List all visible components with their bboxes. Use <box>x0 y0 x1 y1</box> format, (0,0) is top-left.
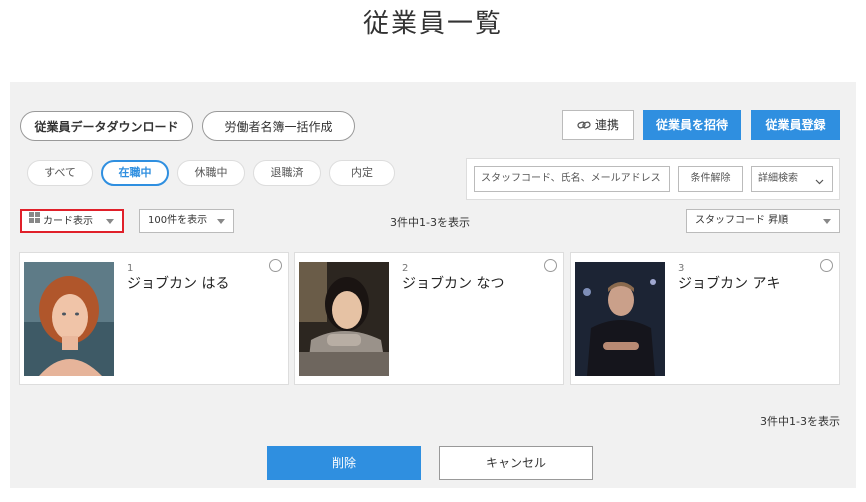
filter-retired[interactable]: 退職済 <box>253 160 321 186</box>
result-count: 3件中1-3を表示 <box>390 216 470 229</box>
filter-leave[interactable]: 休職中 <box>177 160 245 186</box>
per-page-select[interactable]: 100件を表示 <box>139 209 234 233</box>
select-radio[interactable] <box>544 259 557 272</box>
employee-name: ジョブカン アキ <box>678 276 781 292</box>
footer-result-count: 3件中1-3を表示 <box>760 415 840 428</box>
caret-down-icon <box>217 219 225 224</box>
view-mode-label: カード表示 <box>43 216 93 227</box>
grid-icon <box>29 211 40 231</box>
link-icon <box>577 112 591 140</box>
register-employee-button[interactable]: 従業員登録 <box>751 110 840 140</box>
view-mode-select[interactable]: カード表示 <box>20 209 124 233</box>
link-button[interactable]: 連携 <box>562 110 634 140</box>
filter-all[interactable]: すべて <box>27 160 93 186</box>
delete-button[interactable]: 削除 <box>267 446 421 480</box>
chevron-down-icon <box>815 172 824 196</box>
roster-create-button[interactable]: 労働者名簿一括作成 <box>202 111 355 141</box>
filter-offer[interactable]: 内定 <box>329 160 395 186</box>
employee-photo <box>575 262 665 376</box>
clear-conditions-button[interactable]: 条件解除 <box>678 166 743 192</box>
employee-card[interactable]: 2 ジョブカン なつ <box>294 252 564 385</box>
caret-down-icon <box>106 219 114 224</box>
advanced-search-button[interactable]: 詳細検索 <box>751 166 833 192</box>
filter-active[interactable]: 在職中 <box>101 160 169 186</box>
employee-name: ジョブカン はる <box>127 276 230 292</box>
per-page-label: 100件を表示 <box>148 215 208 226</box>
employee-photo <box>24 262 114 376</box>
employee-name: ジョブカン なつ <box>402 276 505 292</box>
search-input[interactable]: スタッフコード、氏名、メールアドレス <box>474 166 670 192</box>
link-label: 連携 <box>594 118 619 132</box>
sort-select[interactable]: スタッフコード 昇順 <box>686 209 840 233</box>
invite-employee-button[interactable]: 従業員を招待 <box>643 110 741 140</box>
caret-down-icon <box>823 219 831 224</box>
advanced-search-label: 詳細検索 <box>758 173 798 184</box>
select-radio[interactable] <box>269 259 282 272</box>
download-button[interactable]: 従業員データダウンロード <box>20 111 193 141</box>
employee-card[interactable]: 3 ジョブカン アキ <box>570 252 840 385</box>
page-title: 従業員一覧 <box>362 9 503 39</box>
sort-label: スタッフコード 昇順 <box>695 215 789 226</box>
select-radio[interactable] <box>820 259 833 272</box>
employee-photo <box>299 262 389 376</box>
cancel-button[interactable]: キャンセル <box>439 446 593 480</box>
employee-card[interactable]: 1 ジョブカン はる <box>19 252 289 385</box>
